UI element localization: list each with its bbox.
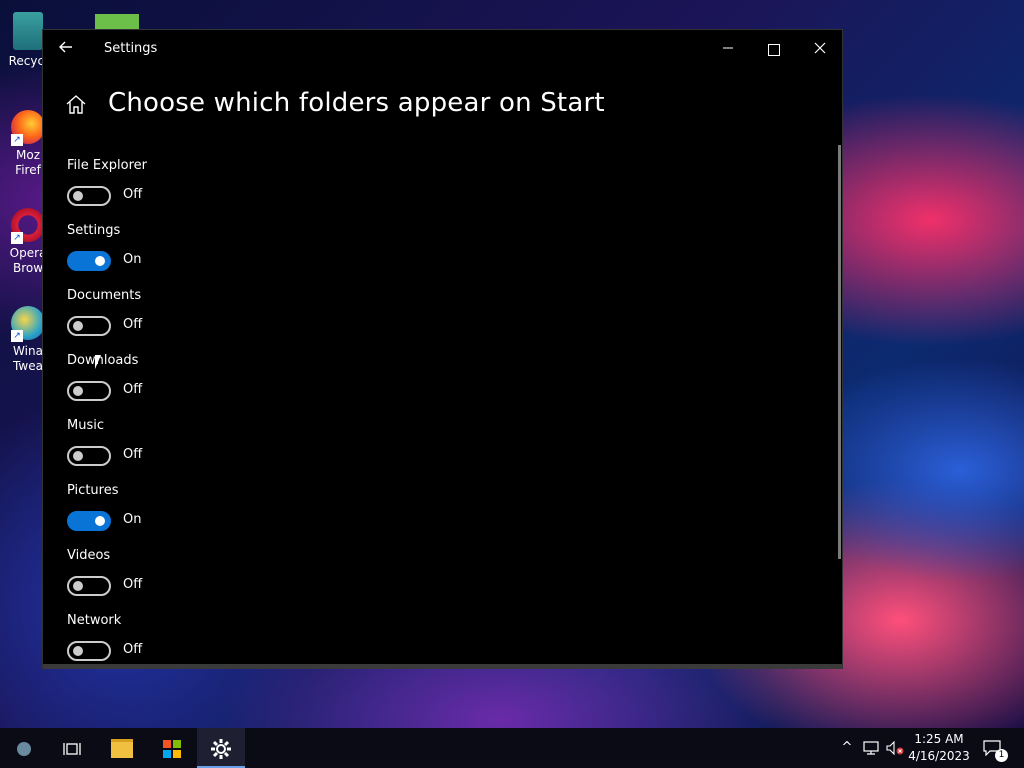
volume-tray-button[interactable]: [884, 728, 906, 768]
shortcut-arrow-icon: ↗: [11, 232, 23, 244]
settings-window: Settings Choose which folders appear on …: [43, 30, 842, 668]
toggle-knob: [73, 451, 83, 461]
microsoft-store-icon: [163, 739, 181, 758]
settings-toggle[interactable]: [67, 251, 111, 271]
folder-setting-settings: Settings On: [67, 223, 267, 288]
folder-label: Documents: [67, 288, 142, 303]
network-tray-button[interactable]: [860, 728, 882, 768]
toggle-knob: [73, 191, 83, 201]
folder-label: Videos: [67, 548, 111, 563]
folder-label: Network: [67, 613, 122, 628]
folder-setting-documents: Documents Off: [67, 288, 267, 353]
toggle-state: Off: [123, 187, 143, 202]
folder-label: Music: [67, 418, 104, 433]
videos-toggle[interactable]: [67, 576, 111, 596]
taskbar: ^ 1:25 AM 4/16/2023 1: [0, 728, 1024, 768]
home-icon: [66, 95, 86, 114]
pictures-toggle[interactable]: [67, 511, 111, 531]
chevron-up-icon: ^: [841, 740, 853, 755]
back-arrow-icon: [59, 41, 72, 53]
action-center-button[interactable]: 1: [980, 738, 1008, 762]
downloads-toggle[interactable]: [67, 381, 111, 401]
minimize-button[interactable]: [705, 36, 751, 62]
task-view-icon: [63, 742, 81, 755]
folder-setting-pictures: Pictures On: [67, 483, 267, 548]
mouse-cursor-icon: [95, 355, 101, 369]
toggle-knob: [73, 581, 83, 591]
folder-label: Settings: [67, 223, 121, 238]
close-button[interactable]: [797, 36, 842, 62]
music-toggle[interactable]: [67, 446, 111, 466]
folder-label: Downloads: [67, 353, 139, 368]
clock-date: 4/16/2023: [908, 749, 970, 763]
folder-label: Pictures: [67, 483, 119, 498]
toggle-knob: [73, 386, 83, 396]
toggle-knob: [73, 646, 83, 656]
start-button[interactable]: [0, 728, 48, 768]
taskbar-clock[interactable]: 1:25 AM 4/16/2023: [905, 731, 973, 765]
window-title: Settings: [104, 41, 158, 56]
network-icon: [863, 740, 879, 755]
task-view-button[interactable]: [48, 728, 96, 768]
toggle-state: On: [123, 512, 142, 527]
recycle-bin-icon: [13, 12, 43, 50]
back-button[interactable]: [55, 39, 77, 59]
firefox-icon: ↗: [11, 110, 45, 146]
shortcut-arrow-icon: ↗: [11, 134, 23, 146]
folder-setting-network: Network Off: [67, 613, 267, 668]
winaero-icon: ↗: [11, 306, 45, 342]
folder-setting-file-explorer: File Explorer Off: [67, 158, 267, 223]
scrollbar[interactable]: [838, 145, 841, 559]
maximize-button[interactable]: [751, 36, 797, 62]
microsoft-store-taskbar-button[interactable]: [148, 728, 196, 768]
toggle-knob: [95, 516, 105, 526]
documents-toggle[interactable]: [67, 316, 111, 336]
toggle-state: On: [123, 252, 142, 267]
volume-muted-icon: [886, 740, 904, 755]
toggle-state: Off: [123, 382, 143, 397]
toggle-state: Off: [123, 317, 143, 332]
title-bar[interactable]: Settings: [43, 30, 842, 68]
opera-icon: ↗: [11, 208, 45, 244]
minimize-icon: [723, 47, 733, 49]
folder-setting-videos: Videos Off: [67, 548, 267, 613]
window-bottom-border[interactable]: [43, 664, 842, 669]
toggle-state: Off: [123, 447, 143, 462]
folder-setting-music: Music Off: [67, 418, 267, 483]
toggle-state: Off: [123, 577, 143, 592]
clock-time: 1:25 AM: [914, 732, 964, 746]
toggle-state: Off: [123, 642, 143, 657]
home-button[interactable]: [65, 93, 89, 117]
network-toggle[interactable]: [67, 641, 111, 661]
file-explorer-toggle[interactable]: [67, 186, 111, 206]
toggle-knob: [95, 256, 105, 266]
settings-gear-icon: [211, 738, 231, 759]
file-explorer-icon: [111, 739, 133, 758]
toggle-knob: [73, 321, 83, 331]
maximize-icon: [768, 43, 780, 56]
shortcut-arrow-icon: ↗: [11, 330, 23, 342]
start-orb-icon: [17, 741, 31, 756]
close-icon: [814, 42, 826, 54]
show-hidden-icons-button[interactable]: ^: [838, 728, 856, 768]
notification-count-badge: 1: [995, 749, 1008, 762]
page-title: Choose which folders appear on Start: [108, 88, 605, 118]
folder-label: File Explorer: [67, 158, 148, 173]
file-explorer-taskbar-button[interactable]: [98, 728, 146, 768]
settings-taskbar-button[interactable]: [197, 728, 245, 768]
